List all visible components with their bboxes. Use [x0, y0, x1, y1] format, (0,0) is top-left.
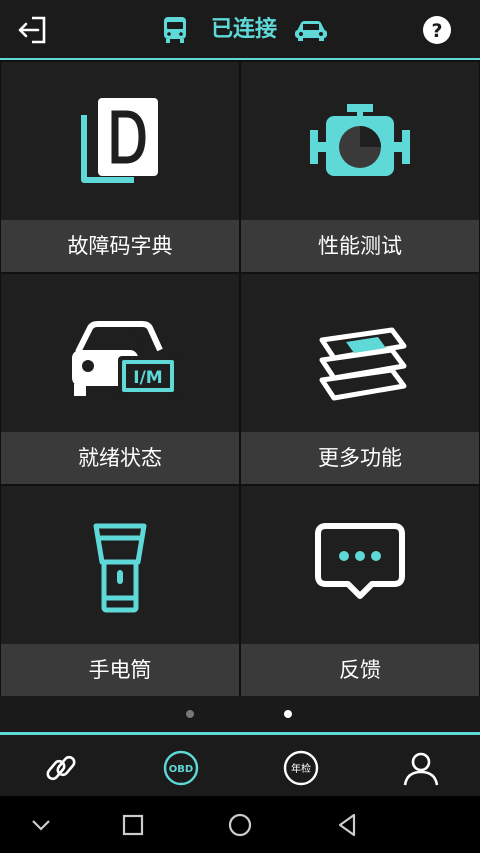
- tile-label: 故障码字典: [1, 220, 239, 272]
- svg-text:I/M: I/M: [133, 368, 162, 388]
- tile-dtc-dictionary[interactable]: 故障码字典: [1, 62, 239, 272]
- system-nav-bar: [0, 796, 480, 853]
- help-button[interactable]: ?: [422, 15, 452, 45]
- page-dot-active[interactable]: [284, 710, 292, 718]
- tile-more-functions[interactable]: 更多功能: [241, 274, 479, 484]
- tile-performance-test[interactable]: 性能测试: [241, 62, 479, 272]
- car-im-icon: I/M: [72, 321, 178, 396]
- connection-status: 已连接: [160, 13, 330, 47]
- help-icon: ?: [423, 16, 451, 44]
- engine-gauge-icon: [310, 104, 410, 176]
- page-indicator: [0, 696, 480, 732]
- chat-bubble-icon: [315, 523, 405, 599]
- tile-readiness-status[interactable]: I/M 就绪状态: [1, 274, 239, 484]
- tab-obd[interactable]: OBD: [120, 743, 240, 793]
- car-icon: [295, 21, 327, 41]
- tile-label: 就绪状态: [1, 432, 239, 484]
- dtc-dictionary-icon: [81, 98, 158, 183]
- back-icon[interactable]: [332, 810, 362, 840]
- feature-grid: 故障码字典 性能测试 I/M 就绪状态 更多功能 手电筒 反馈: [0, 60, 480, 696]
- exit-icon: [18, 16, 46, 44]
- tile-label: 更多功能: [241, 432, 479, 484]
- tile-flashlight[interactable]: 手电筒: [1, 486, 239, 696]
- tile-label: 反馈: [241, 644, 479, 696]
- home-icon[interactable]: [225, 810, 255, 840]
- tile-label: 性能测试: [241, 220, 479, 272]
- layers-icon: [319, 327, 407, 401]
- user-icon: [403, 752, 439, 786]
- tab-annual-inspection[interactable]: 年检: [240, 743, 360, 793]
- annual-inspection-label: 年检: [291, 762, 311, 775]
- obd-icon: OBD: [163, 750, 199, 786]
- tile-feedback[interactable]: 反馈: [241, 486, 479, 696]
- bottom-tab-bar: OBD 年检: [0, 732, 480, 799]
- svg-text:?: ?: [431, 20, 442, 42]
- tab-user[interactable]: [360, 743, 480, 793]
- link-icon: [46, 755, 76, 781]
- recents-icon[interactable]: [118, 810, 148, 840]
- top-bar: 已连接 ?: [0, 0, 480, 60]
- bus-icon: [164, 17, 186, 43]
- chevron-down-icon[interactable]: [26, 810, 56, 840]
- obd-label: OBD: [169, 764, 193, 775]
- status-label: 已连接: [210, 17, 277, 42]
- exit-button[interactable]: [16, 14, 50, 46]
- page-dot[interactable]: [186, 710, 194, 718]
- flashlight-icon: [93, 523, 147, 613]
- annual-inspection-icon: 年检: [283, 750, 319, 786]
- tab-link[interactable]: [0, 743, 120, 793]
- tile-label: 手电筒: [1, 644, 239, 696]
